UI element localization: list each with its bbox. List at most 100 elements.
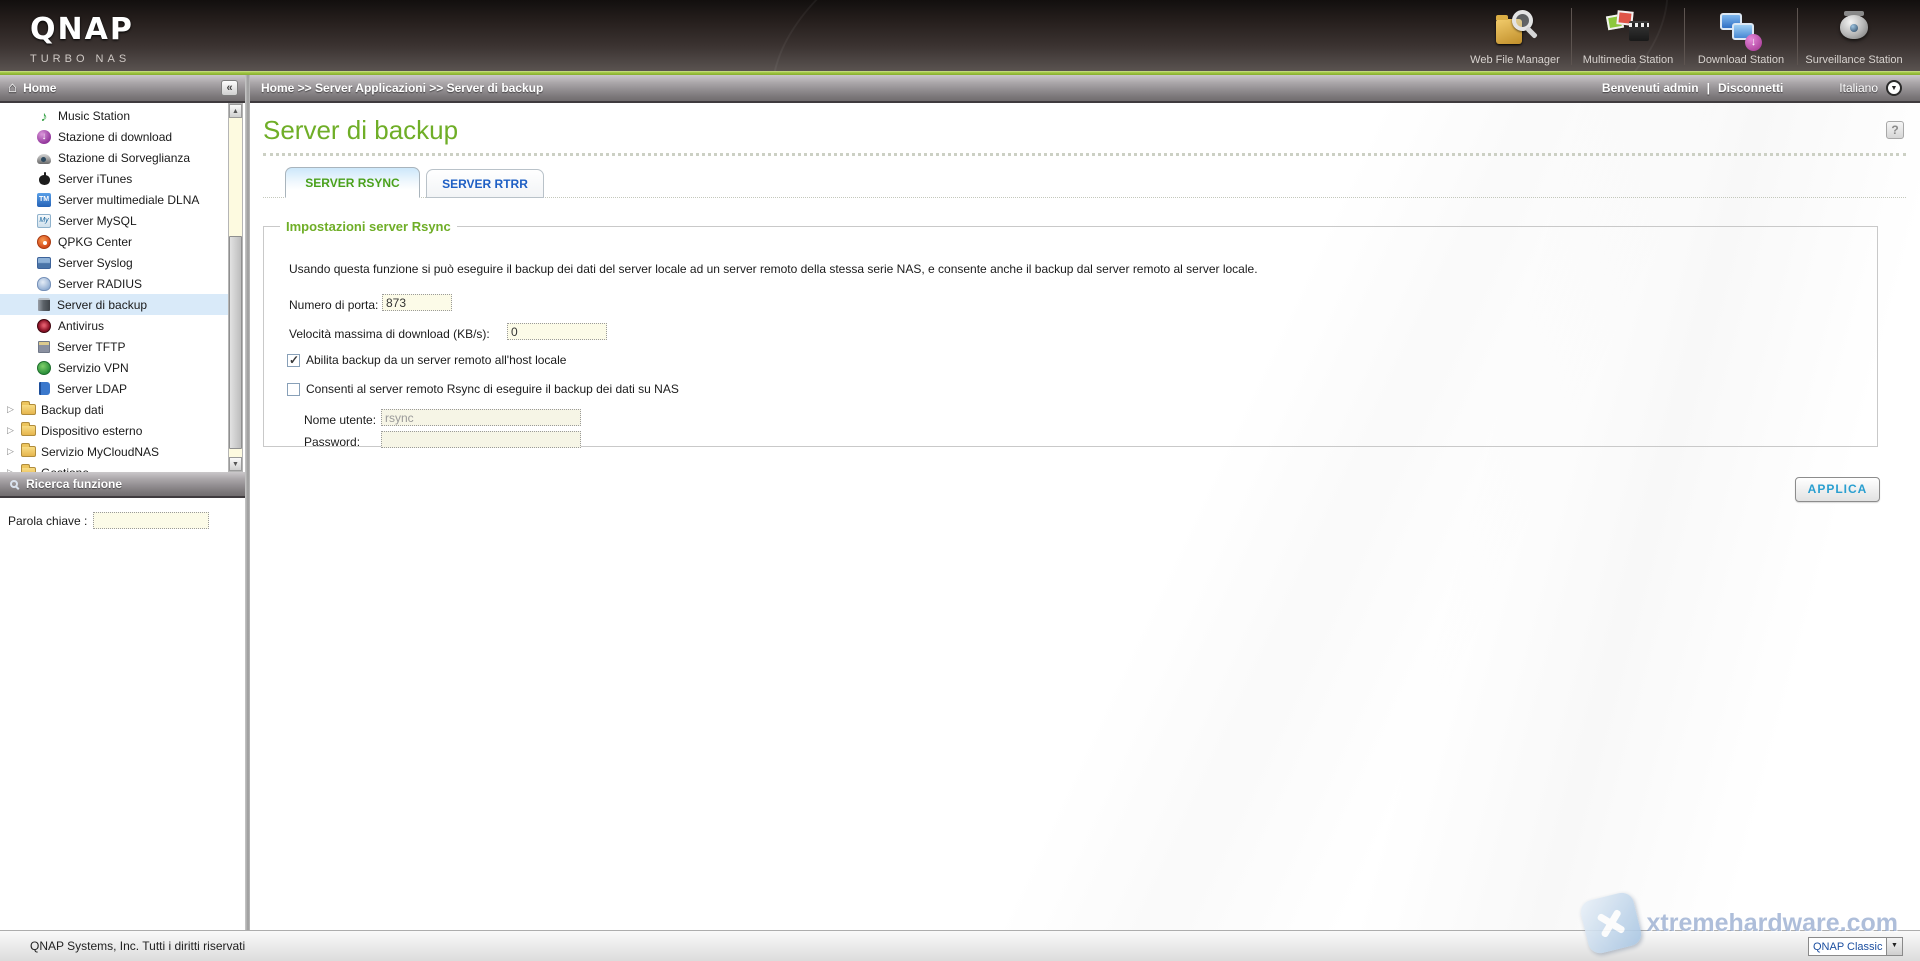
expander-icon[interactable]: ▷ bbox=[7, 446, 16, 457]
sidebar-collapse-button[interactable]: « bbox=[221, 80, 238, 96]
sidebar-item-sorveglianza[interactable]: Stazione di Sorveglianza bbox=[0, 147, 228, 168]
web-file-manager-icon bbox=[1492, 9, 1538, 51]
fieldset-legend: Impostazioni server Rsync bbox=[280, 219, 457, 234]
qpkg-icon bbox=[37, 235, 51, 249]
username-input[interactable] bbox=[381, 409, 581, 426]
main-content: ? Server di backup SERVER RSYNC SERVER R… bbox=[250, 103, 1920, 930]
speed-label: Velocità massima di download (KB/s): bbox=[289, 327, 490, 341]
app-separator bbox=[1571, 8, 1572, 65]
sidebar-item-qpkg[interactable]: QPKG Center bbox=[0, 231, 228, 252]
keyword-row: Parola chiave : bbox=[0, 498, 245, 529]
dlna-icon bbox=[37, 193, 51, 207]
port-label: Numero di porta: bbox=[289, 298, 378, 312]
sidebar-item-antivirus[interactable]: Antivirus bbox=[0, 315, 228, 336]
welcome-text: Benvenuti admin bbox=[1602, 81, 1699, 95]
help-button[interactable]: ? bbox=[1886, 121, 1904, 139]
syslog-server-icon bbox=[37, 257, 51, 269]
theme-select[interactable]: QNAP Classic ▼ bbox=[1808, 937, 1903, 956]
scrollbar-thumb[interactable] bbox=[229, 236, 242, 449]
fieldset-description: Usando questa funzione si può eseguire i… bbox=[289, 262, 1258, 276]
vpn-globe-icon bbox=[37, 361, 51, 375]
sidebar-item-music-station[interactable]: Music Station bbox=[0, 105, 228, 126]
port-input[interactable] bbox=[382, 294, 452, 311]
sidebar-item-vpn[interactable]: Servizio VPN bbox=[0, 357, 228, 378]
topbar: QNAP TURBO NAS Web File Manager Multimed… bbox=[0, 0, 1920, 71]
app-label: Download Station bbox=[1698, 54, 1784, 66]
keyword-input[interactable] bbox=[93, 512, 209, 529]
expander-icon[interactable]: ▷ bbox=[7, 404, 16, 415]
expander-icon[interactable]: ▷ bbox=[7, 425, 16, 436]
multimedia-station-icon bbox=[1605, 9, 1651, 51]
brand-block: QNAP TURBO NAS bbox=[30, 12, 134, 65]
ldap-book-icon bbox=[39, 382, 50, 395]
theme-select-value: QNAP Classic bbox=[1809, 941, 1886, 953]
surveillance-station-icon bbox=[1831, 9, 1877, 51]
sidebar-title: Home bbox=[23, 81, 56, 95]
remote-backup-checkbox-row: Abilita backup da un server remoto all'h… bbox=[287, 353, 566, 367]
camera-dome-icon bbox=[37, 154, 51, 164]
rsync-settings-fieldset: Impostazioni server Rsync Usando questa … bbox=[263, 219, 1878, 447]
top-app-launchers: Web File Manager Multimedia Station ↓ Do… bbox=[1459, 0, 1910, 71]
folder-icon bbox=[21, 425, 36, 436]
separator-pipe: | bbox=[1707, 81, 1710, 95]
app-download-station[interactable]: ↓ Download Station bbox=[1685, 0, 1797, 71]
sidebar-item-dlna[interactable]: Server multimediale DLNA bbox=[0, 189, 228, 210]
header-row: ⌂ Home « Home >> Server Applicazioni >> … bbox=[0, 75, 1920, 103]
sidebar-tree: Music Station Stazione di download Stazi… bbox=[0, 103, 228, 472]
sidebar-item-stazione-download[interactable]: Stazione di download bbox=[0, 126, 228, 147]
breadcrumb-bar: Home >> Server Applicazioni >> Server di… bbox=[245, 75, 1920, 103]
language-dropdown-icon[interactable]: ▼ bbox=[1886, 80, 1902, 96]
scroll-down-button[interactable]: ▼ bbox=[229, 457, 242, 471]
logout-link[interactable]: Disconnetti bbox=[1718, 81, 1783, 95]
sidebar-item-itunes[interactable]: Server iTunes bbox=[0, 168, 228, 189]
tab-bar: SERVER RSYNC SERVER RTRR bbox=[263, 166, 1906, 198]
qnap-logo: QNAP bbox=[30, 12, 134, 47]
download-icon bbox=[37, 130, 51, 144]
sidebar: Music Station Stazione di download Stazi… bbox=[0, 103, 245, 930]
app-label: Surveillance Station bbox=[1805, 54, 1902, 66]
apply-button[interactable]: APPLICA bbox=[1795, 477, 1880, 502]
sidebar-folder-dispositivo-esterno[interactable]: ▷ Dispositivo esterno bbox=[0, 420, 228, 441]
scroll-up-button[interactable]: ▲ bbox=[229, 104, 242, 118]
app-multimedia-station[interactable]: Multimedia Station bbox=[1572, 0, 1684, 71]
header-right: Benvenuti admin | Disconnetti Italiano ▼ bbox=[1602, 80, 1920, 96]
qnap-admin-screen: QNAP TURBO NAS Web File Manager Multimed… bbox=[0, 0, 1920, 961]
tab-server-rtrr[interactable]: SERVER RTRR bbox=[426, 169, 544, 198]
folder-icon bbox=[21, 404, 36, 415]
remote-backup-checkbox[interactable] bbox=[287, 354, 300, 367]
speed-input[interactable] bbox=[507, 323, 607, 340]
home-icon: ⌂ bbox=[8, 81, 17, 95]
language-label: Italiano bbox=[1839, 81, 1878, 95]
allow-rsync-checkbox[interactable] bbox=[287, 383, 300, 396]
allow-rsync-label: Consenti al server remoto Rsync di esegu… bbox=[306, 382, 679, 396]
copyright-text: QNAP Systems, Inc. Tutti i diritti riser… bbox=[0, 939, 245, 953]
sidebar-item-tftp[interactable]: Server TFTP bbox=[0, 336, 228, 357]
sidebar-scrollbar: ▲ ▼ bbox=[228, 103, 243, 472]
status-bar: QNAP Systems, Inc. Tutti i diritti riser… bbox=[0, 930, 1920, 961]
antivirus-icon bbox=[37, 319, 51, 333]
sidebar-folder-mycloudnas[interactable]: ▷ Servizio MyCloudNAS bbox=[0, 441, 228, 462]
sidebar-folder-backup-dati[interactable]: ▷ Backup dati bbox=[0, 399, 228, 420]
sidebar-item-radius[interactable]: Server RADIUS bbox=[0, 273, 228, 294]
search-panel-body: Parola chiave : bbox=[0, 498, 245, 930]
search-panel-title: Ricerca funzione bbox=[26, 477, 122, 491]
folder-icon bbox=[21, 446, 36, 457]
download-station-icon: ↓ bbox=[1718, 9, 1764, 51]
sidebar-item-mysql[interactable]: Server MySQL bbox=[0, 210, 228, 231]
sidebar-item-ldap[interactable]: Server LDAP bbox=[0, 378, 228, 399]
sidebar-folder-gestione[interactable]: ▷ Gestione bbox=[0, 462, 228, 472]
password-input[interactable] bbox=[381, 431, 581, 448]
tftp-server-icon bbox=[38, 341, 50, 353]
app-surveillance-station[interactable]: Surveillance Station bbox=[1798, 0, 1910, 71]
chevron-down-icon[interactable]: ▼ bbox=[1886, 938, 1902, 955]
app-web-file-manager[interactable]: Web File Manager bbox=[1459, 0, 1571, 71]
tab-server-rsync[interactable]: SERVER RSYNC bbox=[285, 167, 420, 198]
search-panel-header: Ricerca funzione bbox=[0, 472, 245, 498]
breadcrumb[interactable]: Home >> Server Applicazioni >> Server di… bbox=[245, 81, 543, 95]
search-icon bbox=[10, 480, 18, 488]
sidebar-item-syslog[interactable]: Server Syslog bbox=[0, 252, 228, 273]
sidebar-item-server-di-backup[interactable]: Server di backup bbox=[0, 294, 228, 315]
username-label: Nome utente: bbox=[304, 413, 376, 427]
remote-backup-label: Abilita backup da un server remoto all'h… bbox=[306, 353, 566, 367]
app-label: Web File Manager bbox=[1470, 54, 1560, 66]
